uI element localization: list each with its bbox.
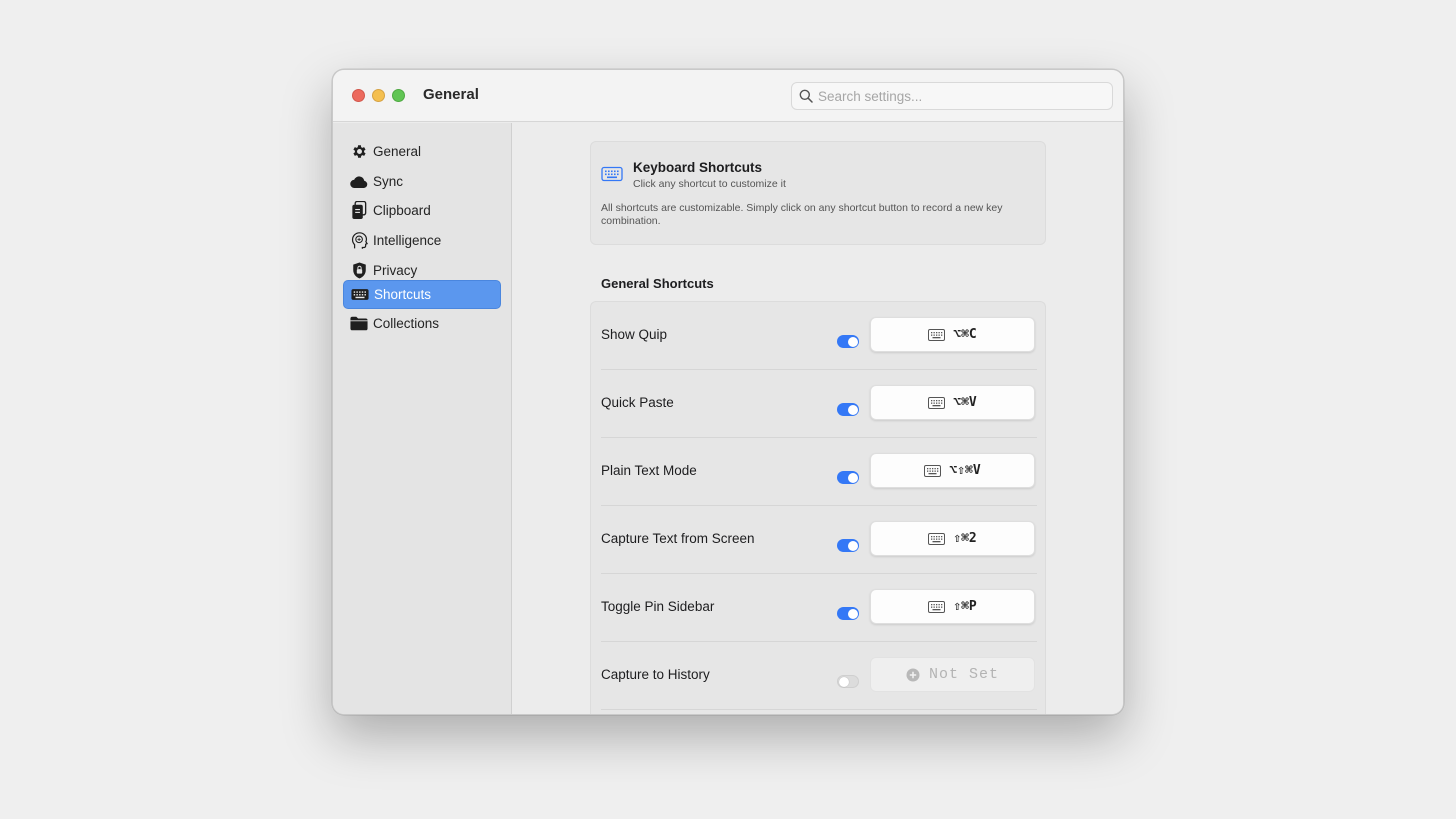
gear-icon <box>350 143 368 161</box>
sidebar-item-label: Clipboard <box>373 203 431 218</box>
settings-content: Keyboard Shortcuts Click any shortcut to… <box>513 123 1123 714</box>
shortcut-toggle[interactable] <box>837 539 859 552</box>
keyboard-icon <box>928 328 946 341</box>
info-title: Keyboard Shortcuts <box>633 160 763 175</box>
shortcut-keys: Not Set <box>928 666 999 683</box>
plus-circle-icon <box>906 668 920 681</box>
shortcut-label: Capture to History <box>601 667 710 682</box>
shortcut-keys: ⇧⌘2 <box>953 531 977 546</box>
cloud-icon <box>350 173 368 191</box>
keyboard-icon <box>601 166 623 182</box>
shortcut-label: Plain Text Mode <box>601 463 697 478</box>
shortcut-row: Show Quip ⌥⌘C <box>601 302 1037 370</box>
title-bar: General <box>333 70 1123 122</box>
sidebar-item-label: Sync <box>373 174 404 189</box>
maximize-window-button[interactable] <box>392 89 405 102</box>
shortcut-row: Capture Text from Screen ⇧⌘2 <box>601 506 1037 574</box>
sidebar-item-sync[interactable]: Sync <box>343 167 501 196</box>
sidebar-item-clipboard[interactable]: Clipboard <box>343 196 501 225</box>
info-card: Keyboard Shortcuts Click any shortcut to… <box>590 141 1046 245</box>
sidebar-item-general[interactable]: General <box>343 137 501 166</box>
sidebar-item-label: Privacy <box>373 263 418 278</box>
sidebar-item-collections[interactable]: Collections <box>343 309 501 338</box>
keyboard-icon <box>351 286 369 304</box>
sidebar-item-shortcuts[interactable]: Shortcuts <box>343 280 501 309</box>
keyboard-icon <box>924 464 942 477</box>
shortcut-toggle[interactable] <box>837 403 859 416</box>
brain-head-icon <box>350 231 368 250</box>
shortcut-record-button[interactable]: ⌥⇧⌘V <box>870 453 1035 488</box>
keyboard-icon <box>928 396 946 409</box>
settings-window: General General Sync Clipboard <box>332 69 1124 715</box>
close-window-button[interactable] <box>352 89 365 102</box>
shortcut-row: Toggle Pin Sidebar ⇧⌘P <box>601 574 1037 642</box>
minimize-window-button[interactable] <box>372 89 385 102</box>
shortcut-record-button[interactable]: ⌥⌘C <box>870 317 1035 352</box>
shortcut-label: Capture Text from Screen <box>601 531 755 546</box>
search-box[interactable] <box>791 82 1113 110</box>
sidebar: General Sync Clipboard Intelligence Priv… <box>333 123 512 714</box>
sidebar-item-intelligence[interactable]: Intelligence <box>343 226 501 255</box>
shortcut-record-button[interactable]: ⇧⌘2 <box>870 521 1035 556</box>
folder-icon <box>350 315 368 333</box>
window-title: General <box>423 86 479 103</box>
sidebar-item-label: Shortcuts <box>374 287 432 302</box>
shortcut-keys: ⇧⌘P <box>953 599 977 614</box>
info-subtitle: Click any shortcut to customize it <box>633 178 786 190</box>
keyboard-icon <box>928 532 946 545</box>
clipboard-icon <box>350 201 368 220</box>
shortcut-label: Toggle Pin Sidebar <box>601 599 715 614</box>
shortcut-keys: ⌥⌘C <box>953 327 977 342</box>
search-icon <box>799 89 813 103</box>
shortcut-toggle[interactable] <box>837 335 859 348</box>
sidebar-item-label: General <box>373 144 422 159</box>
shortcut-record-button[interactable]: ⌥⌘V <box>870 385 1035 420</box>
shortcut-toggle[interactable] <box>837 675 859 688</box>
shortcut-toggle[interactable] <box>837 471 859 484</box>
search-input[interactable] <box>818 83 1108 109</box>
shortcut-record-button[interactable]: ⇧⌘P <box>870 589 1035 624</box>
shortcut-keys: ⌥⇧⌘V <box>949 463 981 478</box>
lock-shield-icon <box>350 262 368 280</box>
shortcut-row: Plain Text Mode ⌥⇧⌘V <box>601 438 1037 506</box>
shortcut-row: Capture to History Not Set <box>601 642 1037 710</box>
shortcut-keys: ⌥⌘V <box>953 395 977 410</box>
shortcut-toggle[interactable] <box>837 607 859 620</box>
shortcut-list: Show Quip ⌥⌘C Quick Paste ⌥⌘V Plain Text… <box>590 301 1046 714</box>
shortcut-record-button[interactable]: Not Set <box>870 657 1035 692</box>
section-title: General Shortcuts <box>601 276 714 291</box>
shortcut-row: Quick Paste ⌥⌘V <box>601 370 1037 438</box>
sidebar-item-label: Collections <box>373 316 440 331</box>
keyboard-icon <box>928 600 946 613</box>
shortcut-label: Show Quip <box>601 327 668 342</box>
sidebar-item-label: Intelligence <box>373 233 442 248</box>
info-description: All shortcuts are customizable. Simply c… <box>601 202 1003 227</box>
shortcut-label: Quick Paste <box>601 395 674 410</box>
